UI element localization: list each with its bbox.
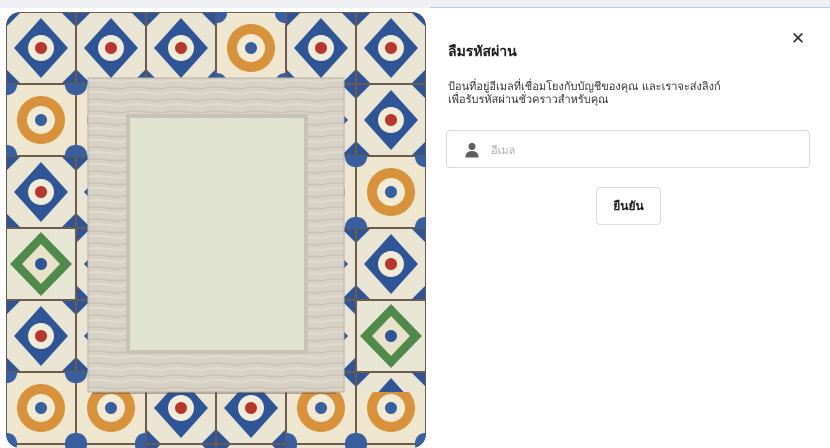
description-line-1: ป้อนที่อยู่อีเมลที่เชื่อมโยงกับบัญชีของค… (448, 80, 721, 93)
forgot-password-modal: ✕ ลืมรหัสผ่าน ป้อนที่อยู่อีเมลที่เชื่อมโ… (0, 8, 830, 448)
tile-frame-image (6, 12, 426, 448)
email-field[interactable] (446, 130, 810, 168)
decorative-image-panel (6, 12, 426, 448)
description-line-2: เพื่อรับรหัสผ่านชั่วคราวสำหรับคุณ (448, 93, 609, 106)
email-input[interactable] (491, 137, 791, 163)
user-icon (465, 142, 479, 158)
top-strip (0, 0, 830, 9)
form-panel: ✕ ลืมรหัสผ่าน ป้อนที่อยู่อีเมลที่เชื่อมโ… (446, 8, 830, 448)
form-description: ป้อนที่อยู่อีเมลที่เชื่อมโยงกับบัญชีของค… (448, 80, 788, 106)
submit-button[interactable]: ยืนยัน (596, 187, 661, 225)
page-title: ลืมรหัสผ่าน (448, 44, 517, 60)
close-button[interactable]: ✕ (783, 24, 813, 54)
